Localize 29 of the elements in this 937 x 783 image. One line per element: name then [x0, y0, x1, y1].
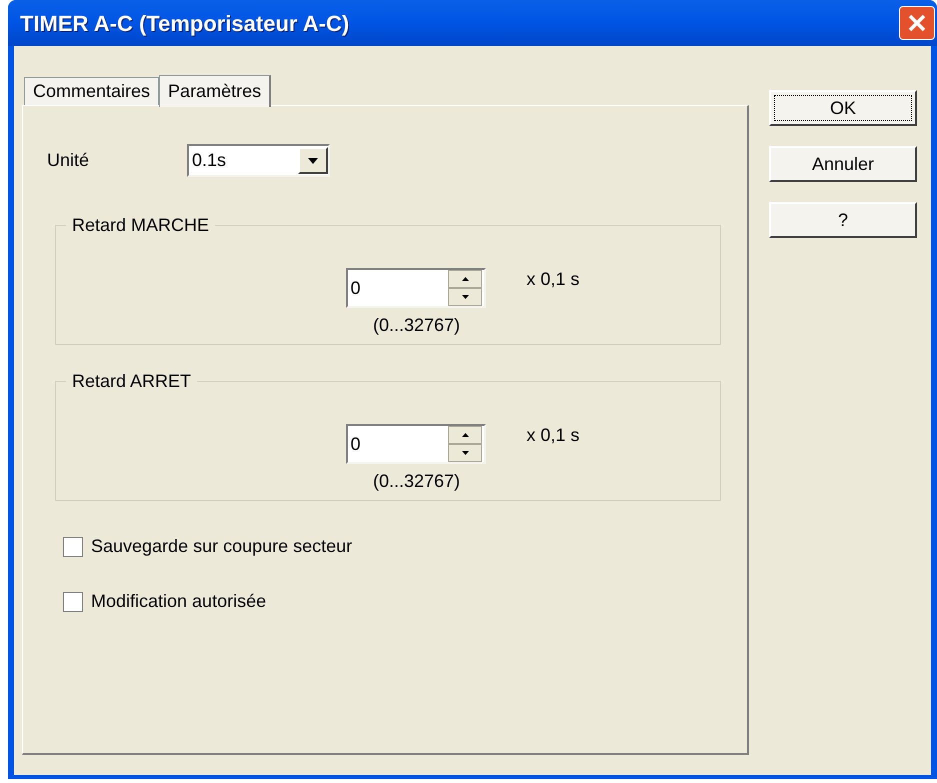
tab[interactable]: Commentaires — [24, 77, 160, 105]
number-spinner[interactable]: 0 — [346, 424, 486, 464]
tab[interactable]: Paramètres — [159, 75, 272, 107]
unit-suffix: x 0,1 s — [526, 426, 580, 444]
number-spinner[interactable]: 0 — [346, 268, 486, 308]
checkbox-label: Modification autorisée — [91, 590, 266, 613]
dialog-button[interactable]: Annuler — [769, 146, 917, 182]
down-arrow-icon — [462, 295, 469, 299]
spin-down-button[interactable] — [448, 444, 482, 462]
dialog-button[interactable]: OK — [769, 90, 917, 126]
range-hint: (0...32767) — [372, 316, 460, 334]
dialog-button[interactable]: ? — [769, 202, 917, 238]
unit-suffix: x 0,1 s — [526, 270, 580, 288]
spin-up-button[interactable] — [448, 426, 482, 444]
close-button[interactable] — [899, 6, 935, 40]
down-arrow-icon — [462, 451, 469, 455]
checkbox[interactable] — [63, 536, 83, 556]
checkbox-label: Sauvegarde sur coupure secteur — [91, 535, 352, 558]
up-arrow-icon — [462, 433, 469, 437]
unit-label: Unité — [47, 149, 90, 172]
checkbox[interactable] — [63, 592, 83, 612]
window-title: TIMER A-C (Temporisateur A-C) — [20, 10, 350, 38]
up-arrow-icon — [462, 277, 469, 281]
spin-down-button[interactable] — [448, 288, 482, 306]
range-hint: (0...32767) — [372, 472, 460, 490]
spin-up-button[interactable] — [448, 270, 482, 288]
close-icon — [907, 13, 927, 33]
dropdown-value: 0.1s — [191, 149, 228, 172]
unit-dropdown[interactable]: 0.1s — [187, 144, 330, 177]
